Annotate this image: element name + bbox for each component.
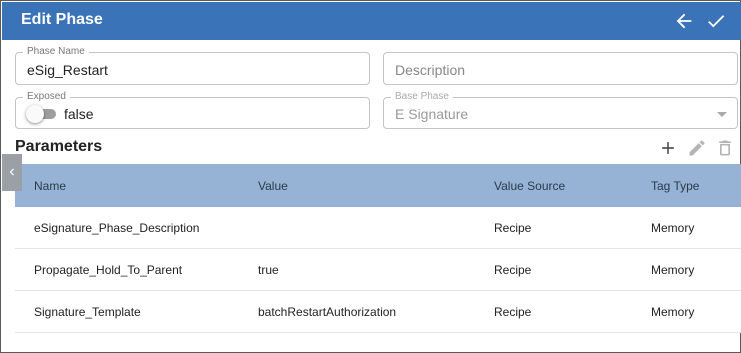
cell-name: Signature_Template: [34, 305, 141, 319]
exposed-toggle[interactable]: [26, 105, 56, 123]
phase-name-field[interactable]: Phase Name eSig_Restart: [15, 46, 370, 85]
cell-value-source: Recipe: [494, 221, 532, 235]
pencil-icon: [689, 140, 705, 156]
description-field[interactable]: Description: [383, 52, 738, 85]
dialog-title: Edit Phase: [21, 11, 103, 28]
column-header-tag-type[interactable]: Tag Type: [651, 179, 699, 193]
cell-tag-type: Memory: [651, 263, 695, 277]
column-header-name[interactable]: Name: [34, 179, 66, 193]
chevron-left-icon: [9, 168, 14, 176]
collapse-panel-tab[interactable]: [2, 154, 22, 191]
phase-name-value: eSig_Restart: [27, 62, 108, 78]
cell-name: eSignature_Phase_Description: [34, 221, 200, 235]
exposed-field: Exposed false: [15, 91, 370, 129]
table-row[interactable]: Propagate_Hold_To_Parent true Recipe Mem…: [15, 249, 741, 291]
check-icon: [708, 15, 725, 28]
cell-tag-type: Memory: [651, 305, 695, 319]
parameters-title: Parameters: [15, 138, 103, 155]
delete-parameter-button[interactable]: [715, 138, 735, 158]
parameters-table-header: Name Value Value Source Tag Type: [15, 164, 741, 207]
column-header-value[interactable]: Value: [258, 179, 288, 193]
phase-name-label: Phase Name: [23, 46, 89, 58]
table-row[interactable]: eSignature_Phase_Description Recipe Memo…: [15, 207, 741, 249]
cell-name: Propagate_Hold_To_Parent: [34, 263, 183, 277]
exposed-value: false: [64, 106, 94, 122]
cell-value-source: Recipe: [494, 263, 532, 277]
toggle-knob: [26, 105, 44, 123]
base-phase-label: Base Phase: [391, 91, 453, 103]
cell-value: true: [258, 263, 279, 277]
back-button[interactable]: [673, 10, 695, 32]
base-phase-select: Base Phase E Signature: [383, 91, 738, 129]
edit-phase-dialog: Edit Phase Phase Name eSig_Restart Descr…: [0, 0, 741, 353]
cell-value: batchRestartAuthorization: [258, 305, 397, 319]
arrow-left-icon: [676, 13, 692, 29]
base-phase-value: E Signature: [395, 106, 469, 122]
save-button[interactable]: [705, 10, 727, 32]
chevron-down-icon: [717, 112, 727, 117]
trash-icon: [719, 140, 731, 156]
description-placeholder: Description: [395, 62, 466, 78]
cell-tag-type: Memory: [651, 221, 695, 235]
dialog-header: Edit Phase: [2, 2, 741, 40]
add-parameter-button[interactable]: [658, 138, 678, 158]
cell-value-source: Recipe: [494, 305, 532, 319]
column-header-value-source[interactable]: Value Source: [494, 179, 565, 193]
table-row[interactable]: Signature_Template batchRestartAuthoriza…: [15, 291, 741, 333]
exposed-label: Exposed: [23, 91, 70, 103]
plus-icon: [662, 142, 674, 154]
edit-parameter-button[interactable]: [687, 138, 707, 158]
